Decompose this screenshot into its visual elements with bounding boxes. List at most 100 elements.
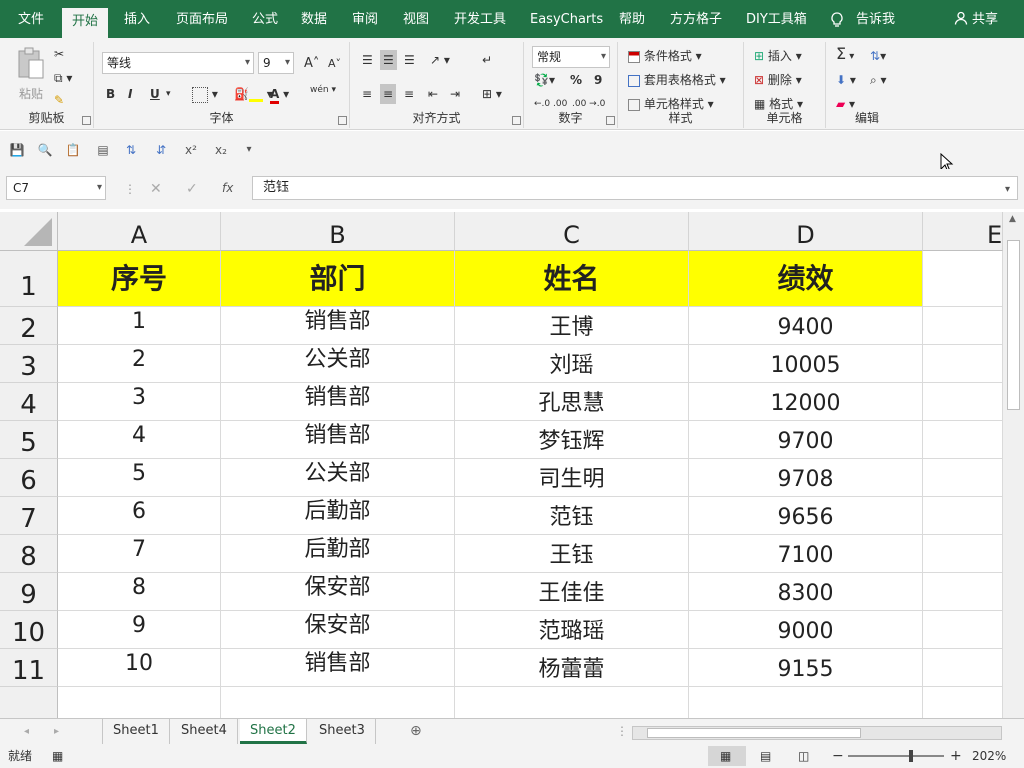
cut-button[interactable]: ✂ <box>54 46 64 62</box>
table-cell[interactable]: 9400 <box>689 307 923 345</box>
page-layout-view-button[interactable]: ▤ <box>760 744 771 768</box>
table-cell[interactable]: 刘瑶 <box>455 345 689 383</box>
split-handle-icon[interactable]: ⋮ <box>616 723 628 739</box>
shrink-font-button[interactable]: A˅ <box>328 56 341 72</box>
wrap-text-button[interactable]: ↵ <box>482 52 492 68</box>
sheet-tab-sheet4[interactable]: Sheet4 <box>171 719 238 744</box>
tab-diy-toolbox[interactable]: DIY工具箱 <box>746 9 807 31</box>
empty-cell[interactable] <box>923 687 1003 718</box>
horizontal-scroll-thumb[interactable] <box>647 728 861 738</box>
border-button[interactable]: ▾ <box>192 86 218 103</box>
table-cell[interactable]: 9708 <box>689 459 923 497</box>
table-cell[interactable]: 公关部 <box>221 345 455 383</box>
find-select-button[interactable]: ⌕ ▾ <box>870 72 887 88</box>
tab-file[interactable]: 文件 <box>18 9 44 31</box>
empty-cell[interactable] <box>923 535 1003 573</box>
sheet-tab-sheet1[interactable]: Sheet1 <box>102 719 170 744</box>
row-header-10[interactable]: 10 <box>0 611 58 649</box>
top-align-button[interactable]: ☰ <box>362 52 373 68</box>
table-cell[interactable]: 2 <box>58 345 221 383</box>
table-cell[interactable]: 杨蕾蕾 <box>455 649 689 687</box>
table-cell[interactable]: 3 <box>58 383 221 421</box>
insert-function-button[interactable]: fx <box>222 180 233 196</box>
decrease-indent-button[interactable]: ⇤ <box>428 86 438 102</box>
form-button[interactable]: ▤ <box>94 141 112 159</box>
table-cell[interactable]: 5 <box>58 459 221 497</box>
share-button[interactable]: 共享 <box>954 9 998 31</box>
tab-developer[interactable]: 开发工具 <box>454 9 506 31</box>
vertical-scroll-thumb[interactable] <box>1007 240 1020 410</box>
empty-cell[interactable] <box>923 459 1003 497</box>
orientation-button[interactable]: ↗ ▾ <box>430 52 450 68</box>
fill-color-button[interactable]: ⛽ ▾ <box>234 86 273 102</box>
center-align-button[interactable]: ≡ <box>380 84 397 104</box>
row-header-3[interactable]: 3 <box>0 345 58 383</box>
autosum-button[interactable]: Σ ▾ <box>836 46 854 65</box>
save-button[interactable]: 💾 <box>8 141 26 159</box>
copy-button[interactable]: ⧉ ▾ <box>54 70 72 86</box>
table-cell[interactable]: 9700 <box>689 421 923 459</box>
cancel-button[interactable]: ✕ <box>150 181 162 197</box>
expand-formula-button[interactable]: ▾ <box>1005 182 1010 198</box>
table-cell[interactable]: 保安部 <box>221 611 455 649</box>
zoom-level[interactable]: 202% <box>972 744 1006 768</box>
number-launcher[interactable] <box>606 116 615 125</box>
table-cell[interactable]: 公关部 <box>221 459 455 497</box>
sheet-tab-sheet2[interactable]: Sheet2 <box>240 719 307 744</box>
number-format-select[interactable]: 常规 <box>532 46 610 68</box>
table-header-cell[interactable]: 部门 <box>221 251 455 307</box>
empty-cell[interactable] <box>923 345 1003 383</box>
zoom-slider-thumb[interactable] <box>909 750 913 762</box>
formula-input[interactable]: 范钰 <box>252 176 1018 200</box>
empty-cell[interactable] <box>689 687 923 718</box>
table-cell[interactable]: 孔思慧 <box>455 383 689 421</box>
row-header-11[interactable]: 11 <box>0 649 58 687</box>
table-cell[interactable]: 6 <box>58 497 221 535</box>
merge-center-button[interactable]: ⊞ ▾ <box>482 86 502 102</box>
table-cell[interactable]: 9155 <box>689 649 923 687</box>
table-cell[interactable]: 12000 <box>689 383 923 421</box>
column-header-b[interactable]: B <box>221 212 455 251</box>
tab-review[interactable]: 审阅 <box>352 9 378 31</box>
table-header-cell[interactable]: 序号 <box>58 251 221 307</box>
table-cell[interactable]: 10 <box>58 649 221 687</box>
scroll-up-icon[interactable]: ▲ <box>1009 214 1016 224</box>
tab-home[interactable]: 开始 <box>62 8 109 38</box>
insert-cells-button[interactable]: ⊞ 插入 ▾ <box>754 48 802 64</box>
row-header-6[interactable]: 6 <box>0 459 58 497</box>
table-cell[interactable]: 王钰 <box>455 535 689 573</box>
table-cell[interactable]: 梦钰辉 <box>455 421 689 459</box>
table-cell[interactable]: 销售部 <box>221 421 455 459</box>
format-as-table-button[interactable]: 套用表格格式 ▾ <box>628 72 726 88</box>
empty-cell[interactable] <box>923 649 1003 687</box>
zoom-out-button[interactable]: − <box>832 744 844 768</box>
tab-page-layout[interactable]: 页面布局 <box>176 9 228 31</box>
italic-button[interactable]: I <box>128 86 132 102</box>
table-cell[interactable]: 8300 <box>689 573 923 611</box>
zoom-in-button[interactable]: + <box>950 744 962 768</box>
print-preview-button[interactable]: 🔍 <box>36 141 54 159</box>
tell-me-search[interactable]: 告诉我 <box>856 9 895 31</box>
font-color-button[interactable]: A ▾ <box>270 86 289 104</box>
paste-button[interactable]: 粘贴 <box>14 46 48 102</box>
table-cell[interactable]: 9 <box>58 611 221 649</box>
increase-indent-button[interactable]: ⇥ <box>450 86 460 102</box>
font-name-select[interactable]: 等线 <box>102 52 254 74</box>
bold-button[interactable]: B <box>106 86 115 102</box>
empty-cell[interactable] <box>923 573 1003 611</box>
row-header-9[interactable]: 9 <box>0 573 58 611</box>
grow-font-button[interactable]: A˄ <box>304 56 319 72</box>
tab-insert[interactable]: 插入 <box>124 9 150 31</box>
table-cell[interactable]: 8 <box>58 573 221 611</box>
table-cell[interactable]: 销售部 <box>221 649 455 687</box>
table-cell[interactable]: 后勤部 <box>221 535 455 573</box>
next-sheet-icon[interactable]: ▸ <box>54 724 59 740</box>
table-cell[interactable]: 司生明 <box>455 459 689 497</box>
row-header-1[interactable]: 1 <box>0 251 58 307</box>
table-cell[interactable]: 王佳佳 <box>455 573 689 611</box>
delete-cells-button[interactable]: ⊠ 删除 ▾ <box>754 72 802 88</box>
row-header-5[interactable]: 5 <box>0 421 58 459</box>
sort-filter-button[interactable]: ⇅▾ <box>870 48 886 64</box>
empty-cell[interactable] <box>923 497 1003 535</box>
column-header-d[interactable]: D <box>689 212 923 251</box>
